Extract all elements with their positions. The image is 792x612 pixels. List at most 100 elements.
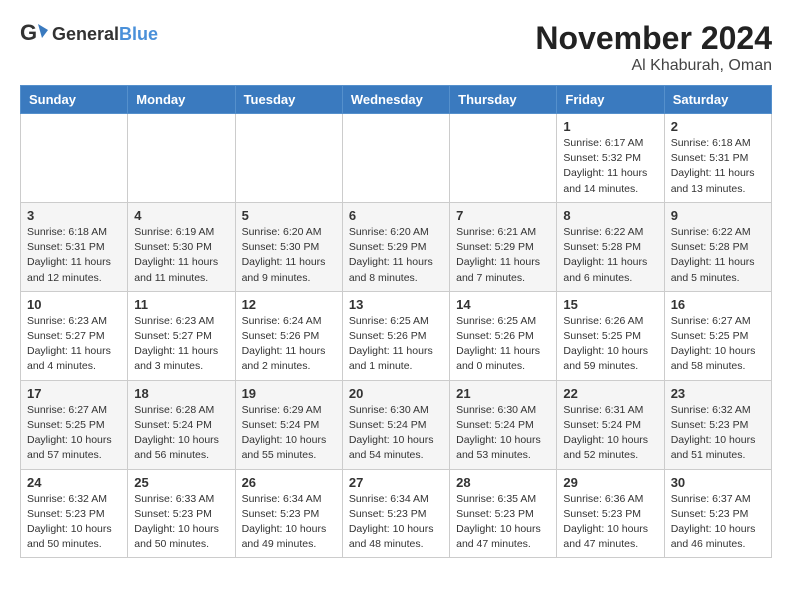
calendar-cell: 22 Sunrise: 6:31 AM Sunset: 5:24 PM Dayli… [557, 380, 664, 469]
calendar-cell: 12Sunrise: 6:24 AM Sunset: 5:26 PM Dayli… [235, 291, 342, 380]
day-detail: Sunrise: 6:28 AM Sunset: 5:24 PM Dayligh… [134, 403, 228, 464]
logo-blue: Blue [119, 24, 158, 44]
day-detail: Sunrise: 6:35 AM Sunset: 5:23 PM Dayligh… [456, 492, 550, 553]
calendar-cell: 29 Sunrise: 6:36 AM Sunset: 5:23 PM Dayli… [557, 469, 664, 558]
calendar-cell [235, 114, 342, 203]
day-number: 1 [563, 119, 657, 134]
day-detail: Sunrise: 6:34 AM Sunset: 5:23 PM Dayligh… [349, 492, 443, 553]
day-number: 3 [27, 208, 121, 223]
calendar-cell: 3Sunrise: 6:18 AM Sunset: 5:31 PM Daylig… [21, 202, 128, 291]
calendar-cell: 17 Sunrise: 6:27 AM Sunset: 5:25 PM Dayli… [21, 380, 128, 469]
day-detail: Sunrise: 6:23 AM Sunset: 5:27 PM Dayligh… [27, 314, 121, 375]
day-number: 25 [134, 475, 228, 490]
calendar-cell: 25Sunrise: 6:33 AM Sunset: 5:23 PM Dayli… [128, 469, 235, 558]
day-detail: Sunrise: 6:18 AM Sunset: 5:31 PM Dayligh… [671, 136, 765, 197]
day-number: 8 [563, 208, 657, 223]
day-detail: Sunrise: 6:19 AM Sunset: 5:30 PM Dayligh… [134, 225, 228, 286]
day-number: 13 [349, 297, 443, 312]
calendar-week-row: 10Sunrise: 6:23 AM Sunset: 5:27 PM Dayli… [21, 291, 772, 380]
day-detail: Sunrise: 6:24 AM Sunset: 5:26 PM Dayligh… [242, 314, 336, 375]
day-number: 9 [671, 208, 765, 223]
day-number: 4 [134, 208, 228, 223]
day-detail: Sunrise: 6:25 AM Sunset: 5:26 PM Dayligh… [349, 314, 443, 375]
logo: G GeneralBlue [20, 20, 158, 48]
calendar-cell: 21 Sunrise: 6:30 AM Sunset: 5:24 PM Dayli… [450, 380, 557, 469]
day-detail: Sunrise: 6:36 AM Sunset: 5:23 PM Dayligh… [563, 492, 657, 553]
day-number: 27 [349, 475, 443, 490]
calendar-cell: 10Sunrise: 6:23 AM Sunset: 5:27 PM Dayli… [21, 291, 128, 380]
calendar-week-row: 24 Sunrise: 6:32 AM Sunset: 5:23 PM Dayli… [21, 469, 772, 558]
weekday-header: Sunday [21, 86, 128, 114]
day-detail: Sunrise: 6:29 AM Sunset: 5:24 PM Dayligh… [242, 403, 336, 464]
page-header: G GeneralBlue November 2024 Al Khaburah,… [20, 20, 772, 75]
location-title: Al Khaburah, Oman [535, 57, 772, 75]
day-number: 17 [27, 386, 121, 401]
day-detail: Sunrise: 6:34 AM Sunset: 5:23 PM Dayligh… [242, 492, 336, 553]
day-number: 18 [134, 386, 228, 401]
calendar-cell: 15 Sunrise: 6:26 AM Sunset: 5:25 PM Dayli… [557, 291, 664, 380]
day-detail: Sunrise: 6:26 AM Sunset: 5:25 PM Dayligh… [563, 314, 657, 375]
calendar-cell: 30Sunrise: 6:37 AM Sunset: 5:23 PM Dayli… [664, 469, 771, 558]
day-number: 2 [671, 119, 765, 134]
day-detail: Sunrise: 6:17 AM Sunset: 5:32 PM Dayligh… [563, 136, 657, 197]
calendar-header-row: SundayMondayTuesdayWednesdayThursdayFrid… [21, 86, 772, 114]
day-number: 23 [671, 386, 765, 401]
weekday-header: Monday [128, 86, 235, 114]
day-number: 24 [27, 475, 121, 490]
day-number: 29 [563, 475, 657, 490]
day-number: 15 [563, 297, 657, 312]
weekday-header: Wednesday [342, 86, 449, 114]
calendar-cell [21, 114, 128, 203]
day-number: 30 [671, 475, 765, 490]
calendar-cell: 2 Sunrise: 6:18 AM Sunset: 5:31 PM Daylig… [664, 114, 771, 203]
day-number: 28 [456, 475, 550, 490]
day-number: 6 [349, 208, 443, 223]
day-number: 26 [242, 475, 336, 490]
svg-text:G: G [20, 20, 37, 45]
calendar-cell: 26 Sunrise: 6:34 AM Sunset: 5:23 PM Dayli… [235, 469, 342, 558]
title-block: November 2024 Al Khaburah, Oman [535, 20, 772, 75]
day-detail: Sunrise: 6:22 AM Sunset: 5:28 PM Dayligh… [671, 225, 765, 286]
day-number: 20 [349, 386, 443, 401]
calendar-week-row: 1 Sunrise: 6:17 AM Sunset: 5:32 PM Daylig… [21, 114, 772, 203]
month-title: November 2024 [535, 20, 772, 57]
calendar-cell: 6 Sunrise: 6:20 AM Sunset: 5:29 PM Daylig… [342, 202, 449, 291]
calendar-cell: 4 Sunrise: 6:19 AM Sunset: 5:30 PM Daylig… [128, 202, 235, 291]
day-detail: Sunrise: 6:23 AM Sunset: 5:27 PM Dayligh… [134, 314, 228, 375]
calendar-cell: 14 Sunrise: 6:25 AM Sunset: 5:26 PM Dayli… [450, 291, 557, 380]
calendar-cell: 11 Sunrise: 6:23 AM Sunset: 5:27 PM Dayli… [128, 291, 235, 380]
day-number: 14 [456, 297, 550, 312]
calendar-cell: 19Sunrise: 6:29 AM Sunset: 5:24 PM Dayli… [235, 380, 342, 469]
calendar-cell: 23Sunrise: 6:32 AM Sunset: 5:23 PM Dayli… [664, 380, 771, 469]
calendar-cell: 7Sunrise: 6:21 AM Sunset: 5:29 PM Daylig… [450, 202, 557, 291]
day-number: 22 [563, 386, 657, 401]
calendar-cell [128, 114, 235, 203]
calendar-cell: 13 Sunrise: 6:25 AM Sunset: 5:26 PM Dayli… [342, 291, 449, 380]
calendar-week-row: 3Sunrise: 6:18 AM Sunset: 5:31 PM Daylig… [21, 202, 772, 291]
weekday-header: Friday [557, 86, 664, 114]
day-detail: Sunrise: 6:27 AM Sunset: 5:25 PM Dayligh… [671, 314, 765, 375]
calendar-cell [450, 114, 557, 203]
calendar-cell: 5 Sunrise: 6:20 AM Sunset: 5:30 PM Daylig… [235, 202, 342, 291]
day-number: 21 [456, 386, 550, 401]
day-detail: Sunrise: 6:30 AM Sunset: 5:24 PM Dayligh… [456, 403, 550, 464]
calendar-cell: 24 Sunrise: 6:32 AM Sunset: 5:23 PM Dayli… [21, 469, 128, 558]
calendar-table: SundayMondayTuesdayWednesdayThursdayFrid… [20, 85, 772, 558]
day-detail: Sunrise: 6:25 AM Sunset: 5:26 PM Dayligh… [456, 314, 550, 375]
day-detail: Sunrise: 6:27 AM Sunset: 5:25 PM Dayligh… [27, 403, 121, 464]
day-detail: Sunrise: 6:30 AM Sunset: 5:24 PM Dayligh… [349, 403, 443, 464]
day-detail: Sunrise: 6:32 AM Sunset: 5:23 PM Dayligh… [27, 492, 121, 553]
day-number: 11 [134, 297, 228, 312]
weekday-header: Thursday [450, 86, 557, 114]
weekday-header: Saturday [664, 86, 771, 114]
day-detail: Sunrise: 6:20 AM Sunset: 5:29 PM Dayligh… [349, 225, 443, 286]
calendar-cell: 27 Sunrise: 6:34 AM Sunset: 5:23 PM Dayli… [342, 469, 449, 558]
day-number: 7 [456, 208, 550, 223]
day-number: 5 [242, 208, 336, 223]
day-detail: Sunrise: 6:20 AM Sunset: 5:30 PM Dayligh… [242, 225, 336, 286]
calendar-cell: 16Sunrise: 6:27 AM Sunset: 5:25 PM Dayli… [664, 291, 771, 380]
calendar-cell: 8 Sunrise: 6:22 AM Sunset: 5:28 PM Daylig… [557, 202, 664, 291]
day-detail: Sunrise: 6:22 AM Sunset: 5:28 PM Dayligh… [563, 225, 657, 286]
day-detail: Sunrise: 6:31 AM Sunset: 5:24 PM Dayligh… [563, 403, 657, 464]
calendar-cell: 1 Sunrise: 6:17 AM Sunset: 5:32 PM Daylig… [557, 114, 664, 203]
